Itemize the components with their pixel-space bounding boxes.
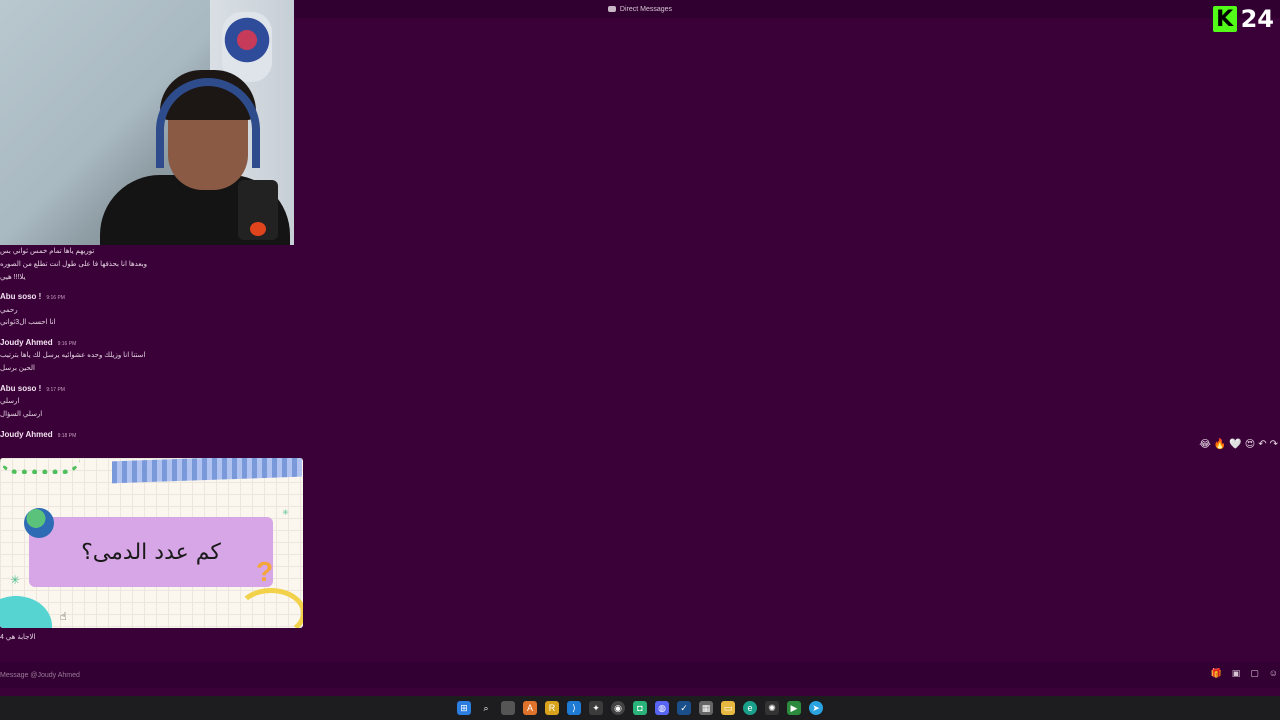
sparkle-icon: ✳: [10, 573, 21, 587]
task-view-icon[interactable]: [501, 701, 515, 715]
chat-message-list: توريهم ياها تمام خمس ثواني بس وبعدها انا…: [0, 244, 300, 440]
message-composer[interactable]: Message @Joudy Ahmed 🎁 ▣ ▢ ☺: [0, 662, 1280, 688]
reaction-fire-icon[interactable]: 🔥: [1214, 439, 1226, 450]
app-tool-icon[interactable]: ✦: [589, 701, 603, 715]
attachment-yellow-decoration: [236, 588, 303, 628]
message-group: Joudy Ahmed 9:18 PM: [0, 429, 300, 440]
message-group: Joudy Ahmed 9:16 PM استنا انا وزيلك وحده…: [0, 337, 300, 374]
message-author[interactable]: Abu soso !: [0, 291, 41, 302]
message-reaction-toolbar: 😂 🔥 🤍 😍 ↶ ↷: [1199, 437, 1278, 451]
message-line: انا احسب ال3ثواني: [0, 319, 56, 327]
windows-taskbar: ⊞ ⌕ A R ⟩ ✦ ◉ ◘ ◍ ✓ ▦ ▭ e ✺ ▶ ➤: [0, 696, 1280, 720]
message-line: توريهم ياها تمام خمس ثواني بس: [0, 248, 95, 255]
sticker-icon[interactable]: ▢: [1250, 668, 1259, 679]
window-title: Direct Messages: [619, 5, 673, 13]
message-group: Abu soso ! 9:17 PM ارسلي ارسلي السؤال: [0, 383, 300, 420]
message-timestamp: 9:17 PM: [46, 386, 65, 393]
search-icon[interactable]: ⌕: [479, 701, 493, 715]
message-author[interactable]: Abu soso !: [0, 383, 41, 394]
telegram-icon[interactable]: ➤: [809, 701, 823, 715]
kick-stream-logo: K 24: [1212, 4, 1274, 34]
message-continuation: توريهم ياها تمام خمس ثواني بس وبعدها انا…: [0, 247, 300, 282]
message-line: الاجابة هي 4: [0, 634, 36, 641]
kick-logo-number: 24: [1240, 5, 1274, 33]
message-line: وبعدها انا بحذفها فا على طول انت تطلع من…: [0, 260, 148, 268]
reply-icon[interactable]: ↶: [1258, 439, 1266, 450]
message-timestamp: 9:16 PM: [57, 341, 77, 348]
gift-icon[interactable]: 🎁: [1211, 668, 1222, 679]
discord-icon[interactable]: ◍: [655, 701, 669, 715]
attachment-question-mark: ?: [256, 556, 274, 587]
message-image-attachment[interactable]: ✳ ✳ كم عدد الدمى؟ ?: [0, 458, 303, 628]
webcam-plushie: [222, 12, 272, 82]
message-input-placeholder[interactable]: Message @Joudy Ahmed: [0, 672, 80, 679]
emoji-icon[interactable]: ☺: [1269, 668, 1278, 679]
reaction-laugh-icon[interactable]: 😂: [1199, 439, 1211, 450]
steam-icon[interactable]: ✓: [677, 701, 691, 715]
app-a-icon[interactable]: A: [523, 701, 537, 715]
hand-cursor-icon: ☝: [60, 611, 67, 623]
app-r-icon[interactable]: R: [545, 701, 559, 715]
attachment-question-card: كم عدد الدمى؟: [29, 517, 273, 587]
composer-tools: 🎁 ▣ ▢ ☺: [1211, 668, 1278, 679]
message-line: رحمي: [0, 306, 18, 314]
message-line: ارسلي السؤال: [0, 410, 43, 418]
message-line: الحين برسل: [0, 365, 35, 373]
edge-icon[interactable]: e: [743, 701, 757, 715]
message-line: ارسلي: [0, 398, 20, 406]
forward-icon[interactable]: ↷: [1270, 439, 1278, 450]
discord-dm-icon: [607, 6, 616, 12]
windows-start-icon[interactable]: ⊞: [457, 701, 471, 715]
webcam-mic-light: [250, 222, 266, 236]
reaction-heart-icon[interactable]: 🤍: [1229, 439, 1241, 450]
kick-logo-icon: K: [1212, 6, 1237, 32]
calculator-icon[interactable]: ▦: [699, 701, 713, 715]
app-green-icon[interactable]: ◘: [633, 701, 647, 715]
message-line: استنا انا وزيلك وحده عشوائيه يرسل لك ياه…: [0, 352, 146, 360]
message-timestamp: 9:18 PM: [57, 432, 77, 439]
sparkle-icon: ✳: [282, 508, 289, 517]
message-author[interactable]: Joudy Ahmed: [0, 337, 53, 348]
add-reaction-icon[interactable]: 😍: [1245, 439, 1255, 450]
webcam-overlay: [0, 0, 294, 245]
attachment-squiggle-decoration: [0, 458, 80, 474]
message-group: Abu soso ! 9:16 PM رحمي انا احسب ال3ثوان…: [0, 291, 300, 328]
folder-icon[interactable]: ▭: [721, 701, 735, 715]
message-author[interactable]: Joudy Ahmed: [0, 429, 53, 440]
globe-icon: [24, 508, 54, 538]
vscode-icon[interactable]: ⟩: [567, 701, 581, 715]
obs-icon[interactable]: ◉: [611, 701, 625, 715]
play-icon[interactable]: ▶: [787, 701, 801, 715]
message-timestamp: 9:16 PM: [46, 295, 65, 302]
message-line: يلا!!! هيي: [0, 273, 26, 281]
attachment-question-text: كم عدد الدمى؟: [81, 539, 221, 565]
gif-icon[interactable]: ▣: [1232, 668, 1241, 679]
chatgpt-icon[interactable]: ✺: [765, 701, 779, 715]
